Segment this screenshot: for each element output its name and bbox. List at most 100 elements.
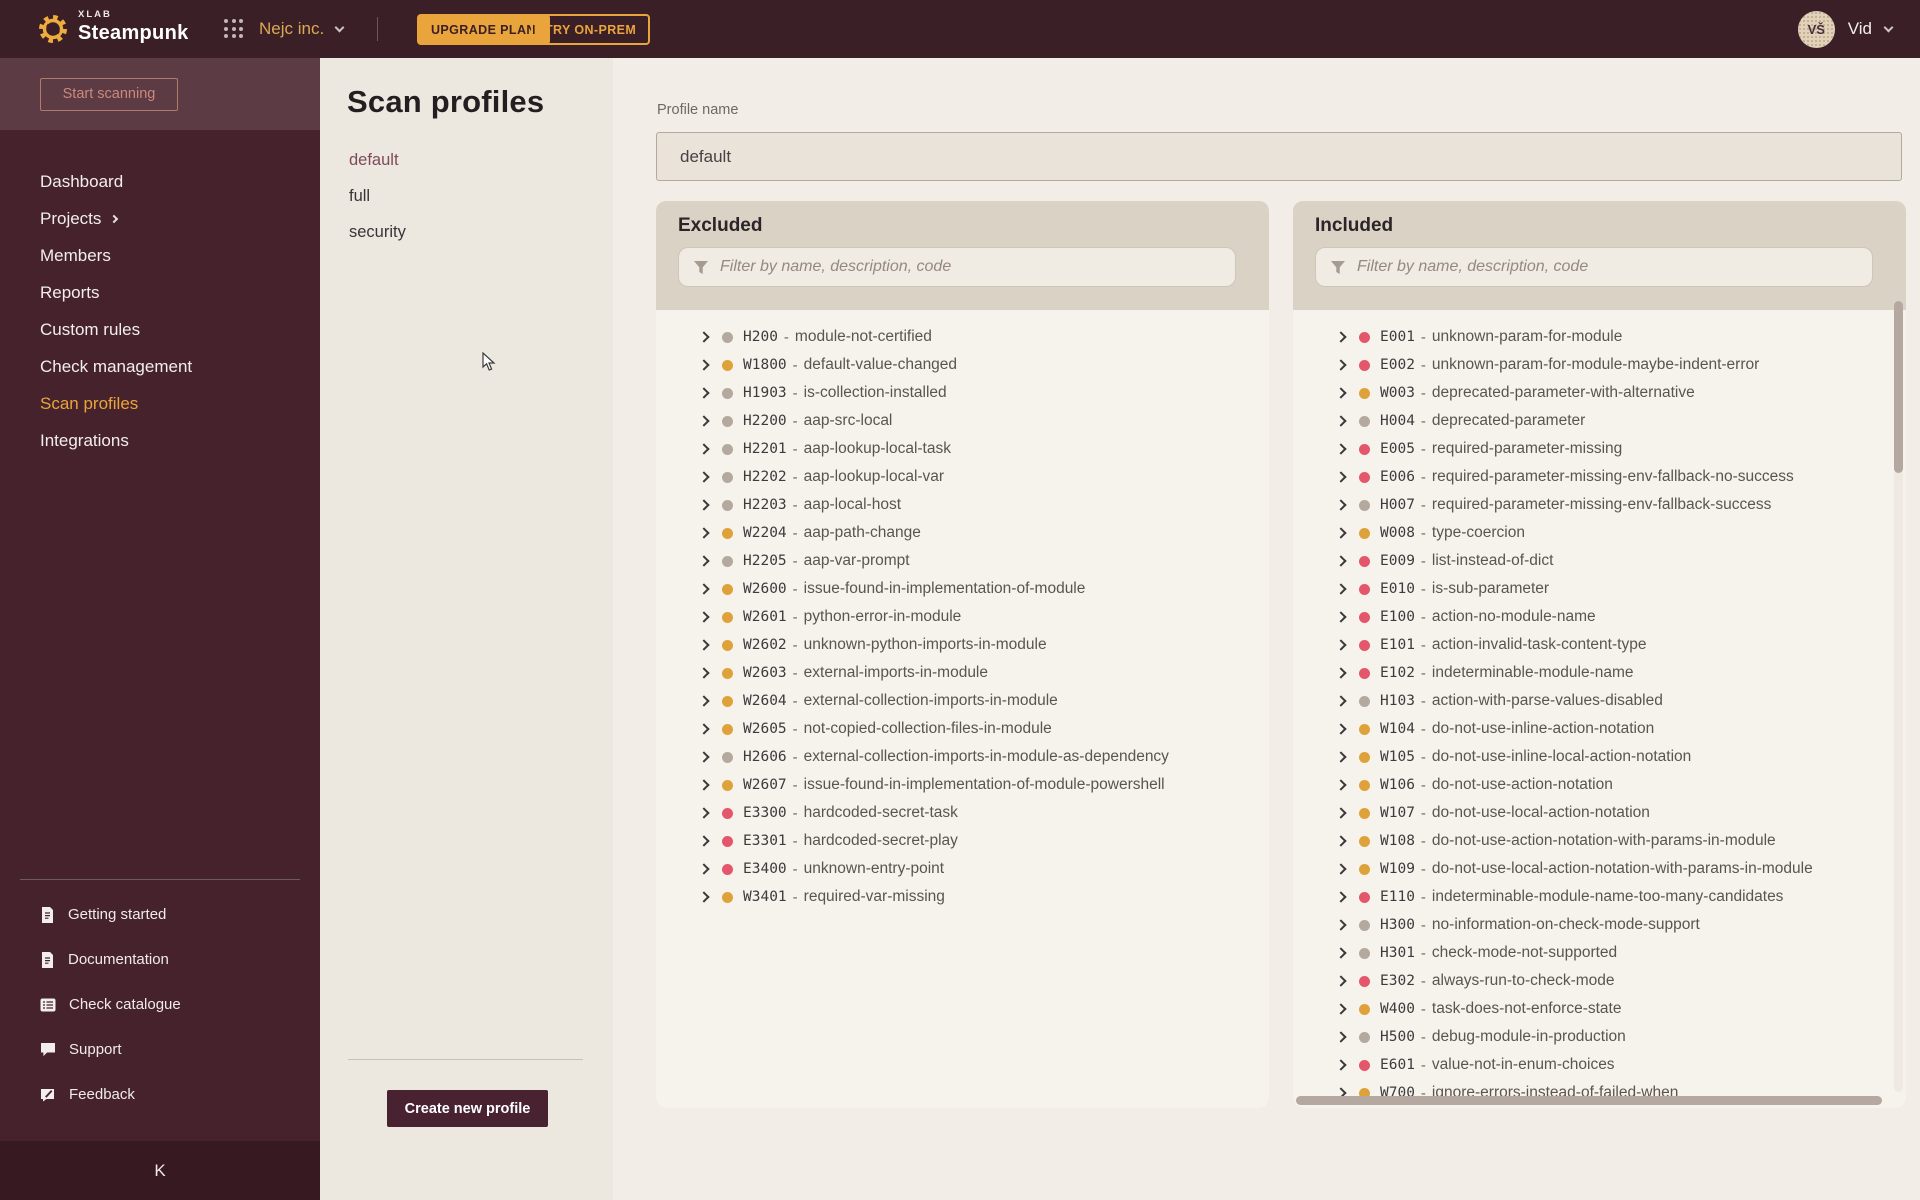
upgrade-plan-button[interactable]: UPGRADE PLAN [417, 14, 550, 45]
expand-chevron-icon[interactable] [1335, 1059, 1347, 1071]
expand-chevron-icon[interactable] [1335, 387, 1347, 399]
check-row[interactable]: W003 - deprecated-parameter-with-alterna… [1293, 379, 1906, 407]
horizontal-scrollbar-thumb[interactable] [1296, 1096, 1882, 1105]
check-row[interactable]: W1800 - default-value-changed [656, 351, 1269, 379]
check-row[interactable]: W2603 - external-imports-in-module [656, 659, 1269, 687]
expand-chevron-icon[interactable] [1335, 443, 1347, 455]
check-row[interactable]: E002 - unknown-param-for-module-maybe-in… [1293, 351, 1906, 379]
expand-chevron-icon[interactable] [698, 331, 710, 343]
expand-chevron-icon[interactable] [698, 359, 710, 371]
sidebar-item-reports[interactable]: Reports [0, 274, 320, 311]
check-row[interactable]: W2602 - unknown-python-imports-in-module [656, 631, 1269, 659]
sidebar-item-support[interactable]: Support [0, 1027, 320, 1072]
check-row[interactable]: H300 - no-information-on-check-mode-supp… [1293, 911, 1906, 939]
expand-chevron-icon[interactable] [698, 751, 710, 763]
expand-chevron-icon[interactable] [698, 835, 710, 847]
expand-chevron-icon[interactable] [698, 555, 710, 567]
check-row[interactable]: H2200 - aap-src-local [656, 407, 1269, 435]
profile-item-full[interactable]: full [320, 178, 613, 214]
check-row[interactable]: E100 - action-no-module-name [1293, 603, 1906, 631]
check-row[interactable]: W2204 - aap-path-change [656, 519, 1269, 547]
workspace-switcher[interactable]: K [0, 1141, 320, 1200]
check-row[interactable]: H2202 - aap-lookup-local-var [656, 463, 1269, 491]
expand-chevron-icon[interactable] [698, 723, 710, 735]
expand-chevron-icon[interactable] [1335, 359, 1347, 371]
check-row[interactable]: E009 - list-instead-of-dict [1293, 547, 1906, 575]
check-row[interactable]: W104 - do-not-use-inline-action-notation [1293, 715, 1906, 743]
expand-chevron-icon[interactable] [1335, 723, 1347, 735]
check-row[interactable]: E3400 - unknown-entry-point [656, 855, 1269, 883]
check-row[interactable]: H2203 - aap-local-host [656, 491, 1269, 519]
steampunk-gear-logo-icon[interactable] [36, 12, 70, 46]
expand-chevron-icon[interactable] [1335, 751, 1347, 763]
profile-item-security[interactable]: security [320, 214, 613, 250]
check-row[interactable]: E010 - is-sub-parameter [1293, 575, 1906, 603]
expand-chevron-icon[interactable] [1335, 639, 1347, 651]
expand-chevron-icon[interactable] [1335, 695, 1347, 707]
check-row[interactable]: H200 - module-not-certified [656, 323, 1269, 351]
check-row[interactable]: W106 - do-not-use-action-notation [1293, 771, 1906, 799]
expand-chevron-icon[interactable] [1335, 611, 1347, 623]
sidebar-item-feedback[interactable]: Feedback [0, 1072, 320, 1117]
check-row[interactable]: H1903 - is-collection-installed [656, 379, 1269, 407]
expand-chevron-icon[interactable] [698, 499, 710, 511]
check-row[interactable]: W105 - do-not-use-inline-local-action-no… [1293, 743, 1906, 771]
check-row[interactable]: H007 - required-parameter-missing-env-fa… [1293, 491, 1906, 519]
sidebar-item-check-management[interactable]: Check management [0, 348, 320, 385]
check-row[interactable]: H301 - check-mode-not-supported [1293, 939, 1906, 967]
expand-chevron-icon[interactable] [698, 583, 710, 595]
check-row[interactable]: H103 - action-with-parse-values-disabled [1293, 687, 1906, 715]
sidebar-item-dashboard[interactable]: Dashboard [0, 163, 320, 200]
check-row[interactable]: W2600 - issue-found-in-implementation-of… [656, 575, 1269, 603]
expand-chevron-icon[interactable] [1335, 1003, 1347, 1015]
expand-chevron-icon[interactable] [1335, 527, 1347, 539]
brand-wordmark[interactable]: XLAB Steampunk [78, 10, 189, 43]
sidebar-item-custom-rules[interactable]: Custom rules [0, 311, 320, 348]
expand-chevron-icon[interactable] [698, 639, 710, 651]
sidebar-item-projects[interactable]: Projects [0, 200, 320, 237]
check-row[interactable]: W107 - do-not-use-local-action-notation [1293, 799, 1906, 827]
create-new-profile-button[interactable]: Create new profile [387, 1090, 548, 1127]
expand-chevron-icon[interactable] [1335, 891, 1347, 903]
expand-chevron-icon[interactable] [698, 527, 710, 539]
app-grid-icon[interactable] [224, 19, 244, 39]
sidebar-item-scan-profiles[interactable]: Scan profiles [0, 385, 320, 422]
profile-name-input[interactable] [656, 132, 1902, 181]
check-row[interactable]: H004 - deprecated-parameter [1293, 407, 1906, 435]
sidebar-item-check-catalogue[interactable]: Check catalogue [0, 982, 320, 1027]
expand-chevron-icon[interactable] [1335, 975, 1347, 987]
vertical-scrollbar[interactable] [1894, 301, 1903, 1092]
vertical-scrollbar-thumb[interactable] [1894, 301, 1903, 473]
start-scanning-button[interactable]: Start scanning [40, 77, 178, 111]
check-row[interactable]: W109 - do-not-use-local-action-notation-… [1293, 855, 1906, 883]
check-row[interactable]: H500 - debug-module-in-production [1293, 1023, 1906, 1051]
check-row[interactable]: W400 - task-does-not-enforce-state [1293, 995, 1906, 1023]
expand-chevron-icon[interactable] [698, 667, 710, 679]
check-row[interactable]: H2201 - aap-lookup-local-task [656, 435, 1269, 463]
expand-chevron-icon[interactable] [1335, 779, 1347, 791]
expand-chevron-icon[interactable] [1335, 947, 1347, 959]
expand-chevron-icon[interactable] [1335, 583, 1347, 595]
expand-chevron-icon[interactable] [1335, 863, 1347, 875]
organization-switcher[interactable]: Nejc inc. [259, 0, 345, 58]
check-row[interactable]: E110 - indeterminable-module-name-too-ma… [1293, 883, 1906, 911]
expand-chevron-icon[interactable] [698, 695, 710, 707]
check-row[interactable]: E302 - always-run-to-check-mode [1293, 967, 1906, 995]
try-on-prem-button[interactable]: TRY ON-PREM [531, 14, 651, 45]
expand-chevron-icon[interactable] [1335, 331, 1347, 343]
check-row[interactable]: W2605 - not-copied-collection-files-in-m… [656, 715, 1269, 743]
avatar[interactable]: VŠ [1797, 10, 1835, 48]
check-row[interactable]: E101 - action-invalid-task-content-type [1293, 631, 1906, 659]
expand-chevron-icon[interactable] [698, 443, 710, 455]
expand-chevron-icon[interactable] [1335, 835, 1347, 847]
expand-chevron-icon[interactable] [1335, 499, 1347, 511]
sidebar-item-documentation[interactable]: Documentation [0, 937, 320, 982]
check-row[interactable]: H2205 - aap-var-prompt [656, 547, 1269, 575]
expand-chevron-icon[interactable] [698, 387, 710, 399]
expand-chevron-icon[interactable] [698, 611, 710, 623]
check-row[interactable]: W3401 - required-var-missing [656, 883, 1269, 911]
check-row[interactable]: E005 - required-parameter-missing [1293, 435, 1906, 463]
check-row[interactable]: W2604 - external-collection-imports-in-m… [656, 687, 1269, 715]
check-row[interactable]: W2607 - issue-found-in-implementation-of… [656, 771, 1269, 799]
included-filter-input[interactable] [1357, 258, 1858, 276]
